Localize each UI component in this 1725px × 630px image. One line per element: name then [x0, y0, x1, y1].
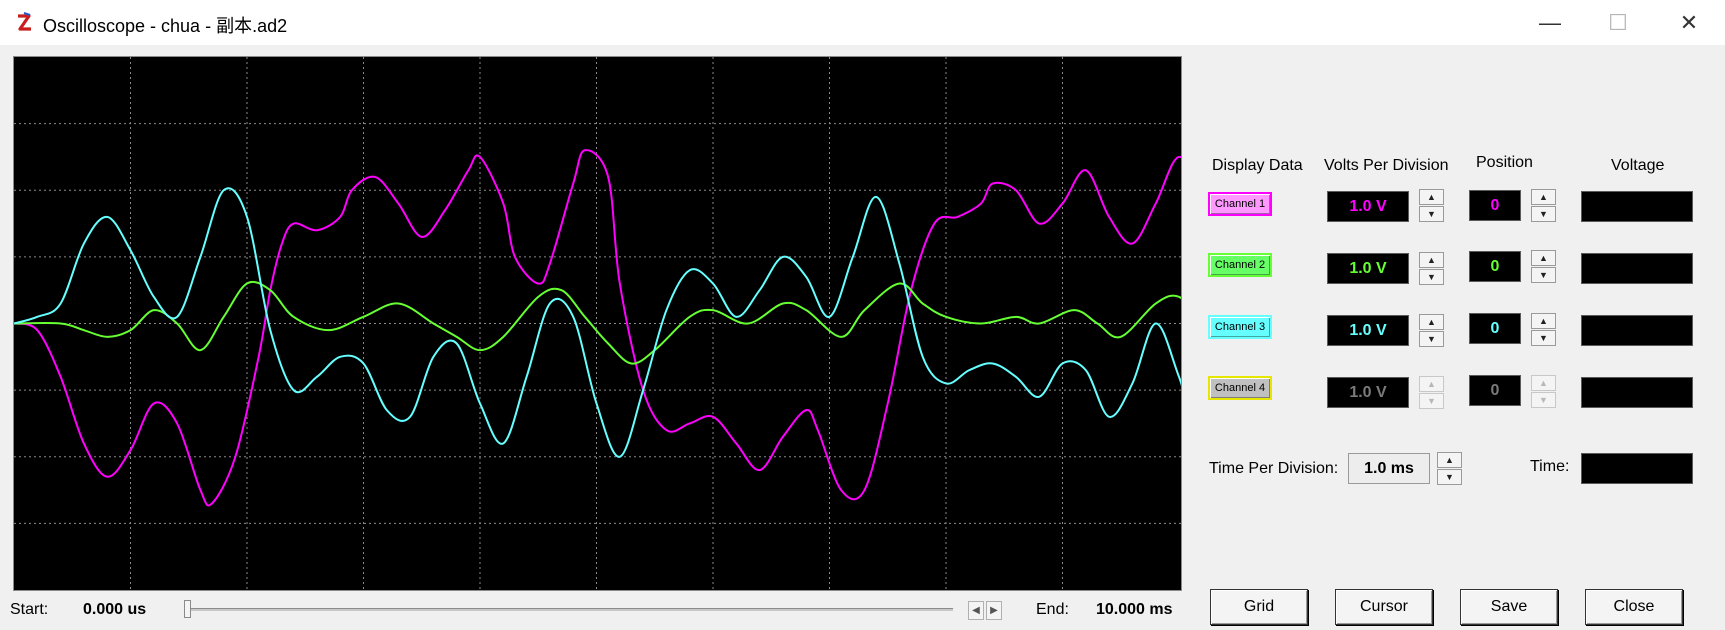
spinner-up-icon: ▲	[1531, 375, 1556, 391]
channel-4-position-display: 0	[1469, 375, 1521, 406]
minimize-icon[interactable]: —	[1515, 0, 1585, 45]
spinner-down-icon[interactable]: ▼	[1419, 331, 1444, 347]
channel-2-button[interactable]: Channel 2	[1208, 253, 1272, 277]
spinner-down-icon[interactable]: ▼	[1419, 206, 1444, 222]
channel-4-button[interactable]: Channel 4	[1208, 376, 1272, 400]
spinner-down-icon: ▼	[1419, 393, 1444, 409]
spinner-down-icon[interactable]: ▼	[1437, 469, 1462, 485]
channel-1-button[interactable]: Channel 1	[1208, 192, 1272, 216]
time-display	[1581, 453, 1693, 484]
close-icon[interactable]: ✕	[1654, 0, 1724, 45]
channel-4-position-spinner: ▲ ▼	[1531, 375, 1556, 409]
channel-1-position-display: 0	[1469, 190, 1521, 221]
spinner-up-icon[interactable]: ▲	[1531, 250, 1556, 266]
channel-3-voltage-display	[1581, 315, 1693, 346]
spinner-down-icon[interactable]: ▼	[1531, 330, 1556, 346]
channel-3-waveform	[14, 187, 1181, 458]
scroll-right-icon[interactable]: ▶	[986, 601, 1002, 620]
cursor-button[interactable]: Cursor	[1335, 589, 1433, 625]
channel-1-waveform	[14, 149, 1181, 507]
end-value: 10.000 ms	[1096, 601, 1173, 618]
channel-3-volts-display: 1.0 V	[1327, 315, 1409, 346]
channel-3-position-spinner[interactable]: ▲ ▼	[1531, 313, 1556, 347]
spinner-up-icon[interactable]: ▲	[1437, 452, 1462, 468]
spinner-down-icon[interactable]: ▼	[1531, 267, 1556, 283]
start-label: Start:	[10, 601, 49, 618]
spinner-down-icon[interactable]: ▼	[1531, 206, 1556, 222]
position-header: Position	[1476, 154, 1533, 171]
channel-1-volts-display: 1.0 V	[1327, 191, 1409, 222]
spinner-up-icon[interactable]: ▲	[1531, 189, 1556, 205]
channel-2-volts-display: 1.0 V	[1327, 253, 1409, 284]
time-label: Time:	[1530, 458, 1570, 475]
save-button[interactable]: Save	[1460, 589, 1558, 625]
app-logo-icon	[18, 12, 31, 31]
time-per-division-spinner[interactable]: ▲ ▼	[1437, 452, 1462, 486]
channel-2-voltage-display	[1581, 253, 1693, 284]
spinner-up-icon: ▲	[1419, 376, 1444, 392]
spinner-down-icon: ▼	[1531, 392, 1556, 408]
spinner-up-icon[interactable]: ▲	[1531, 313, 1556, 329]
waveform-plot	[14, 57, 1181, 590]
volts-per-division-header: Volts Per Division	[1324, 157, 1449, 174]
channel-2-position-display: 0	[1469, 251, 1521, 282]
grid-button[interactable]: Grid	[1210, 589, 1308, 625]
slider-thumb[interactable]	[184, 600, 191, 618]
window-title: Oscilloscope - chua - 副本.ad2	[43, 16, 288, 36]
close-button[interactable]: Close	[1585, 589, 1683, 625]
end-label: End:	[1036, 601, 1069, 618]
voltage-header: Voltage	[1611, 157, 1665, 174]
spinner-up-icon[interactable]: ▲	[1419, 314, 1444, 330]
channel-3-button[interactable]: Channel 3	[1208, 315, 1272, 339]
time-range-slider[interactable]	[188, 608, 953, 611]
spinner-down-icon[interactable]: ▼	[1419, 269, 1444, 285]
oscilloscope-display	[13, 56, 1182, 591]
channel-3-position-display: 0	[1469, 313, 1521, 344]
channel-2-position-spinner[interactable]: ▲ ▼	[1531, 250, 1556, 284]
title-bar: Oscilloscope - chua - 副本.ad2 — ☐ ✕	[0, 0, 1725, 45]
scroll-left-icon[interactable]: ◀	[968, 601, 984, 620]
spinner-up-icon[interactable]: ▲	[1419, 189, 1444, 205]
channel-1-volts-spinner[interactable]: ▲ ▼	[1419, 189, 1444, 223]
channel-4-volts-display: 1.0 V	[1327, 377, 1409, 408]
channel-2-volts-spinner[interactable]: ▲ ▼	[1419, 252, 1444, 286]
channel-4-volts-spinner: ▲ ▼	[1419, 376, 1444, 410]
channel-1-voltage-display	[1581, 191, 1693, 222]
time-per-division-display: 1.0 ms	[1348, 453, 1430, 484]
channel-4-voltage-display	[1581, 377, 1693, 408]
channel-1-position-spinner[interactable]: ▲ ▼	[1531, 189, 1556, 223]
channel-3-volts-spinner[interactable]: ▲ ▼	[1419, 314, 1444, 348]
maximize-icon[interactable]: ☐	[1583, 0, 1653, 45]
time-per-division-label: Time Per Division:	[1209, 460, 1339, 477]
display-data-header: Display Data	[1212, 157, 1303, 174]
start-value: 0.000 us	[83, 601, 147, 618]
spinner-up-icon[interactable]: ▲	[1419, 252, 1444, 268]
